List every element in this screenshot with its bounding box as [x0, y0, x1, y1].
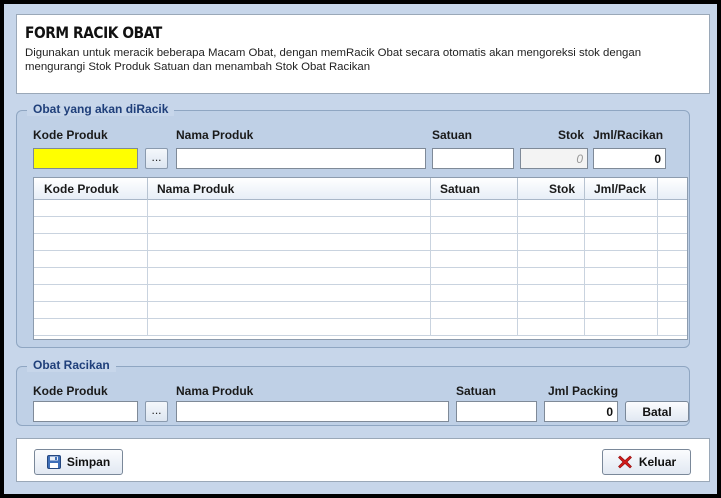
table-cell[interactable]	[34, 217, 148, 234]
table-cell[interactable]	[431, 302, 518, 319]
batal-button-label: Batal	[642, 404, 672, 419]
table-cell[interactable]	[34, 319, 148, 336]
group-obat-racikan-legend: Obat Racikan	[27, 358, 116, 372]
jml-racikan-label: Jml/Racikan	[593, 128, 664, 142]
simpan-button-label: Simpan	[66, 455, 111, 469]
table-cell[interactable]	[431, 319, 518, 336]
nama-produk-label: Nama Produk	[176, 128, 254, 142]
keluar-button[interactable]: Keluar	[602, 449, 691, 475]
table-cell[interactable]	[518, 319, 585, 336]
form-window: FORM RACIK OBAT Digunakan untuk meracik …	[4, 4, 717, 494]
page-description: Digunakan untuk meracik beberapa Macam O…	[25, 47, 642, 73]
table-cell[interactable]	[431, 251, 518, 268]
table-cell[interactable]	[518, 302, 585, 319]
table-cell[interactable]	[585, 217, 658, 234]
table-cell[interactable]	[148, 302, 431, 319]
col-nama-produk[interactable]: Nama Produk	[148, 178, 431, 200]
jml-packing-label: Jml Packing	[548, 384, 619, 398]
racikan-kode-produk-input[interactable]	[33, 401, 138, 422]
table-row[interactable]	[34, 217, 687, 234]
table-cell[interactable]	[518, 217, 585, 234]
table-row[interactable]	[34, 251, 687, 268]
table-cell[interactable]	[585, 319, 658, 336]
table-cell[interactable]	[148, 200, 431, 217]
kode-produk-input[interactable]	[33, 148, 138, 169]
table-row[interactable]	[34, 285, 687, 302]
col-satuan[interactable]: Satuan	[431, 178, 518, 200]
table-row[interactable]	[34, 268, 687, 285]
save-icon	[46, 455, 61, 469]
table-cell[interactable]	[34, 200, 148, 217]
table-cell[interactable]	[148, 217, 431, 234]
stok-input	[520, 148, 588, 169]
group-obat-racikan: Obat Racikan Kode Produk Nama Produk Sat…	[16, 358, 690, 426]
jml-racikan-input[interactable]	[593, 148, 666, 169]
kode-produk-label: Kode Produk	[33, 128, 108, 142]
racikan-nama-produk-input[interactable]	[176, 401, 449, 422]
col-stok[interactable]: Stok	[518, 178, 585, 200]
page-title: FORM RACIK OBAT	[25, 23, 162, 42]
jml-packing-input[interactable]	[544, 401, 618, 422]
table-cell[interactable]	[34, 268, 148, 285]
group-obat-diracik: Obat yang akan diRacik Kode Produk Nama …	[16, 102, 690, 348]
table-cell[interactable]	[585, 200, 658, 217]
racikan-browse-button[interactable]: ...	[145, 401, 168, 422]
racikan-nama-produk-label: Nama Produk	[176, 384, 254, 398]
satuan-input[interactable]	[432, 148, 514, 169]
table-cell[interactable]	[518, 251, 585, 268]
produk-grid[interactable]: Kode Produk Nama Produk Satuan Stok Jml/…	[33, 177, 688, 340]
table-row[interactable]	[34, 200, 687, 217]
table-cell[interactable]	[431, 234, 518, 251]
table-cell[interactable]	[34, 302, 148, 319]
header-panel: FORM RACIK OBAT Digunakan untuk meracik …	[16, 14, 710, 94]
table-cell[interactable]	[148, 251, 431, 268]
table-row[interactable]	[34, 319, 687, 336]
table-cell[interactable]	[585, 285, 658, 302]
table-row[interactable]	[34, 302, 687, 319]
table-cell[interactable]	[431, 285, 518, 302]
grid-header: Kode Produk Nama Produk Satuan Stok Jml/…	[34, 178, 687, 200]
table-cell[interactable]	[518, 200, 585, 217]
table-cell[interactable]	[148, 268, 431, 285]
simpan-button[interactable]: Simpan	[34, 449, 123, 475]
col-kode-produk[interactable]: Kode Produk	[34, 178, 148, 200]
table-cell[interactable]	[585, 268, 658, 285]
table-cell[interactable]	[585, 302, 658, 319]
racikan-satuan-label: Satuan	[456, 384, 497, 398]
table-cell[interactable]	[148, 234, 431, 251]
table-cell[interactable]	[34, 234, 148, 251]
table-cell[interactable]	[518, 268, 585, 285]
table-cell[interactable]	[431, 200, 518, 217]
close-icon	[617, 454, 633, 470]
table-cell[interactable]	[431, 217, 518, 234]
batal-button[interactable]: Batal	[625, 401, 689, 422]
table-cell[interactable]	[34, 285, 148, 302]
satuan-label: Satuan	[432, 128, 473, 142]
keluar-button-label: Keluar	[638, 455, 677, 469]
table-cell[interactable]	[431, 268, 518, 285]
table-cell[interactable]	[518, 234, 585, 251]
table-cell[interactable]	[585, 251, 658, 268]
table-cell[interactable]	[34, 251, 148, 268]
table-row[interactable]	[34, 234, 687, 251]
browse-produk-button[interactable]: ...	[145, 148, 168, 169]
racikan-satuan-input[interactable]	[456, 401, 537, 422]
table-cell[interactable]	[148, 285, 431, 302]
stok-label: Stok	[558, 128, 585, 142]
table-cell[interactable]	[585, 234, 658, 251]
table-cell[interactable]	[518, 285, 585, 302]
footer-panel: Simpan Keluar	[16, 438, 710, 482]
racikan-kode-produk-label: Kode Produk	[33, 384, 108, 398]
col-jml-pack[interactable]: Jml/Pack	[585, 178, 658, 200]
table-cell[interactable]	[148, 319, 431, 336]
group-obat-diracik-legend: Obat yang akan diRacik	[27, 102, 175, 116]
nama-produk-input[interactable]	[176, 148, 426, 169]
